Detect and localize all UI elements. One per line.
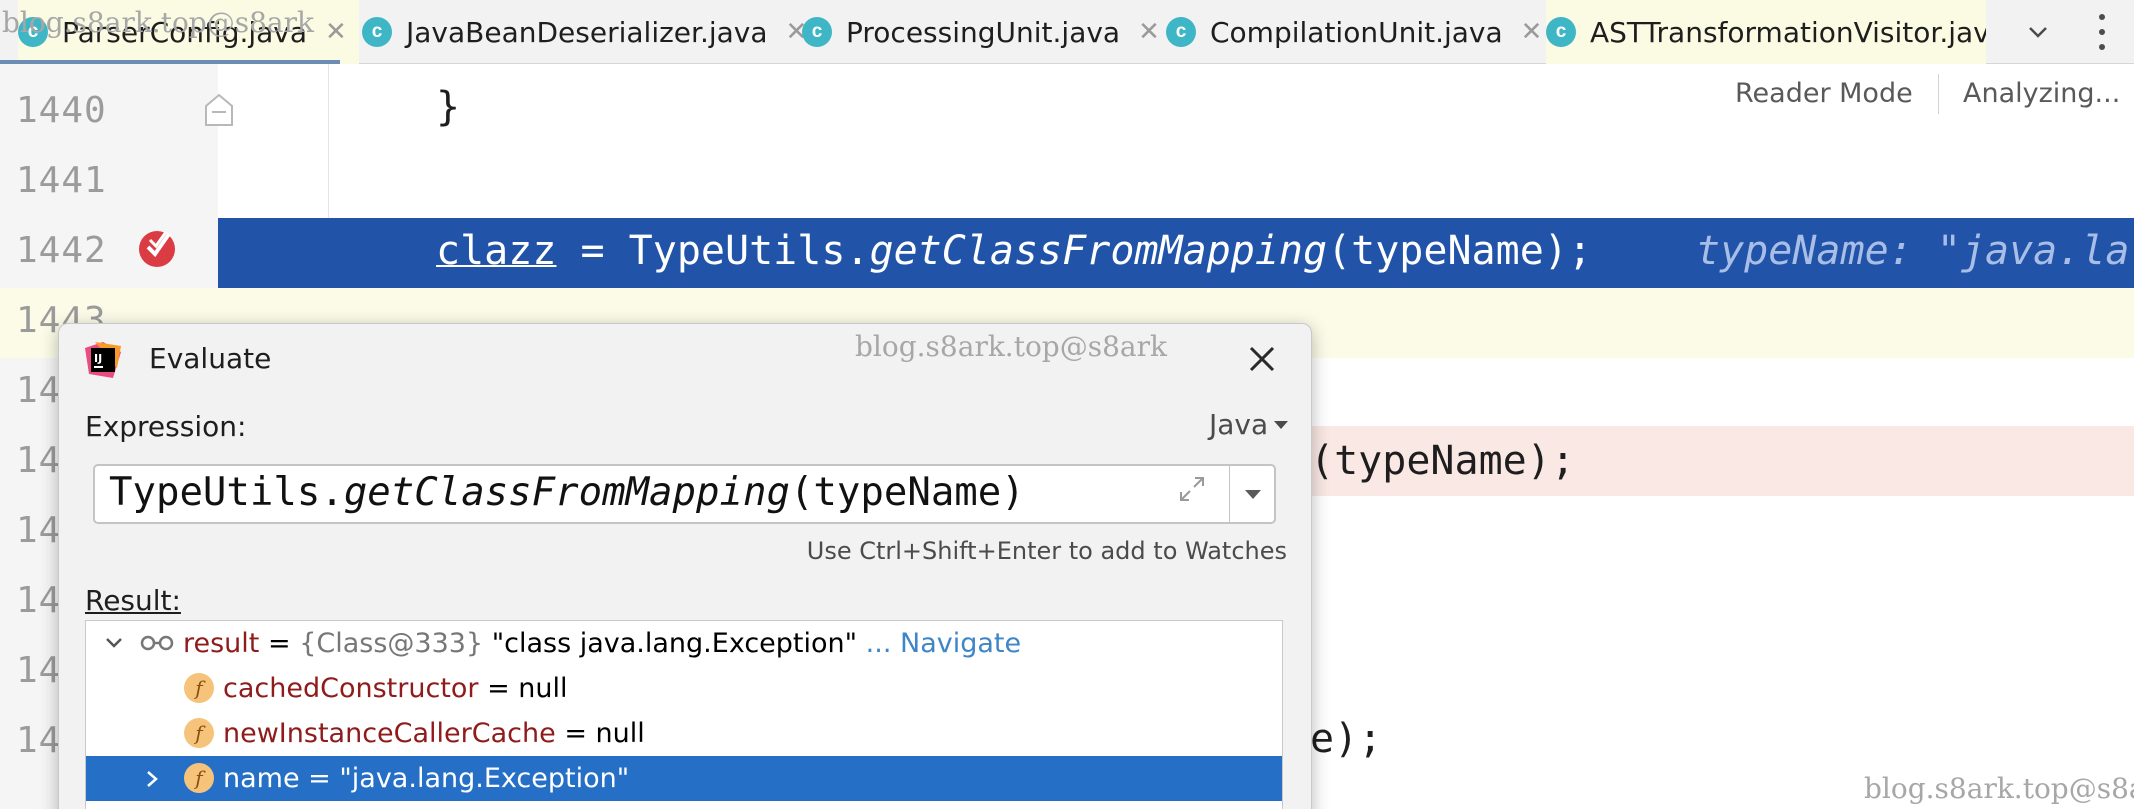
expression-token: TypeUtils. xyxy=(109,470,344,515)
expand-icon[interactable] xyxy=(1177,474,1207,504)
dialog-title: Evaluate xyxy=(149,342,272,375)
line-number: 14 xyxy=(16,720,62,761)
divider xyxy=(1938,74,1939,114)
class-file-icon: c xyxy=(802,17,832,47)
expression-token: (typeName) xyxy=(789,470,1025,515)
field-name: newInstanceCallerCache xyxy=(223,718,556,749)
language-select[interactable]: Java xyxy=(1209,408,1289,441)
result-line: result = {Class@333} "class java.lang.Ex… xyxy=(183,628,1021,659)
tab-label: ProcessingUnit.java xyxy=(846,15,1121,49)
close-icon[interactable]: ✕ xyxy=(1521,17,1543,47)
close-icon[interactable] xyxy=(1245,342,1279,376)
chevron-down-icon[interactable] xyxy=(104,635,124,651)
expression-label: Expression: xyxy=(85,410,247,443)
watch-glasses-icon xyxy=(140,635,174,651)
field-value: = "java.lang.Exception" xyxy=(299,763,630,794)
line-number: 14 xyxy=(16,370,62,411)
tab-label: JavaBeanDeserializer.java xyxy=(406,15,768,49)
evaluate-dialog: IJ Evaluate blog.s8ark.top@s8ark Express… xyxy=(58,323,1312,809)
code-line: } xyxy=(436,84,461,130)
class-file-icon: c xyxy=(1166,17,1196,47)
inline-value-hint: typeName: "java.la xyxy=(1696,228,2130,274)
close-icon[interactable]: ✕ xyxy=(325,17,347,47)
code-method: getClassFromMapping xyxy=(869,228,1328,274)
code-token: = TypeUtils. xyxy=(556,228,870,274)
code-token: (typeName); xyxy=(1327,228,1592,274)
svg-text:IJ: IJ xyxy=(94,352,102,365)
line-number: 1442 xyxy=(16,230,107,271)
field-name: name xyxy=(223,763,300,794)
field-value: = null xyxy=(478,673,568,704)
code-line: (typeName); xyxy=(1310,438,1575,484)
watermark: blog.s8ark.top@s8ark xyxy=(1864,772,2134,805)
line-number: 1440 xyxy=(16,90,107,131)
tab-compilationunit[interactable]: c CompilationUnit.java ✕ xyxy=(1166,0,1542,64)
field-icon: f xyxy=(184,673,214,703)
fold-icon[interactable] xyxy=(204,92,234,128)
code-line: e); xyxy=(1310,716,1383,762)
result-label-text: Result: xyxy=(85,584,181,617)
result-tree[interactable]: result = {Class@333} "class java.lang.Ex… xyxy=(85,620,1283,809)
execution-code-line: clazz = TypeUtils.getClassFromMapping(ty… xyxy=(436,228,1592,274)
line-number: 14 xyxy=(16,440,62,481)
tab-label: CompilationUnit.java xyxy=(1210,15,1503,49)
variable-value: "class java.lang.Exception" xyxy=(483,628,858,659)
chevron-down-icon[interactable] xyxy=(2026,20,2050,44)
more-options-icon[interactable] xyxy=(2096,14,2108,50)
expression-history-button[interactable] xyxy=(1229,464,1276,524)
tree-row-field[interactable]: f cachedConstructor = null xyxy=(86,666,1282,711)
field-line: cachedConstructor = null xyxy=(223,673,568,704)
expression-method: getClassFromMapping xyxy=(343,470,790,515)
result-label: Result: xyxy=(85,584,181,617)
chevron-right-icon[interactable] xyxy=(144,769,160,789)
dropdown-arrow-icon xyxy=(1245,489,1261,499)
expression-input[interactable]: TypeUtils.getClassFromMapping(typeName) xyxy=(93,464,1276,524)
watermark: blog.s8ark.top@s8ark xyxy=(2,6,314,39)
line-number: 1441 xyxy=(16,160,107,201)
line-number: 14 xyxy=(16,510,62,551)
watermark: blog.s8ark.top@s8ark xyxy=(855,330,1167,363)
tab-processingunit[interactable]: c ProcessingUnit.java ✕ xyxy=(802,0,1160,64)
tree-row-result[interactable]: result = {Class@333} "class java.lang.Ex… xyxy=(86,621,1282,666)
field-line: newInstanceCallerCache = null xyxy=(223,718,645,749)
class-file-icon: c xyxy=(1546,17,1576,47)
field-value: = null xyxy=(555,718,645,749)
line-number: 14 xyxy=(16,650,62,691)
tab-asttransformationvisitor[interactable]: c ASTTransformationVisitor.java xyxy=(1546,0,1986,64)
equals-sign: = xyxy=(259,628,300,659)
breakpoint-icon[interactable] xyxy=(136,226,178,268)
line-number: 14 xyxy=(16,580,62,621)
reader-mode-button[interactable]: Reader Mode xyxy=(1735,78,1913,109)
variable-name: result xyxy=(183,628,260,659)
caret-down-icon xyxy=(1274,420,1289,429)
object-type: {Class@333} xyxy=(299,628,484,659)
analysis-status: Analyzing... xyxy=(1963,78,2121,109)
field-line: name = "java.lang.Exception" xyxy=(223,763,629,794)
field-name: cachedConstructor xyxy=(223,673,479,704)
code-variable: clazz xyxy=(436,228,557,274)
tab-javabeandeserializer[interactable]: c JavaBeanDeserializer.java ✕ xyxy=(362,0,807,64)
intellij-logo-icon: IJ xyxy=(85,342,121,378)
field-icon: f xyxy=(184,718,214,748)
navigate-link[interactable]: ... Navigate xyxy=(857,628,1021,659)
tab-label: ASTTransformationVisitor.java xyxy=(1590,15,1986,49)
add-to-watches-hint: Use Ctrl+Shift+Enter to add to Watches xyxy=(806,537,1287,565)
field-icon: f xyxy=(184,763,214,793)
close-icon[interactable]: ✕ xyxy=(1138,17,1160,47)
tree-row-field[interactable]: f newInstanceCallerCache = null xyxy=(86,711,1282,756)
inline-debug-hint: typeName: "java.la xyxy=(1696,228,2134,274)
editor-tab-bar: c ParserConfig.java ✕ c JavaBeanDeserial… xyxy=(0,0,2134,64)
expression-text: TypeUtils.getClassFromMapping(typeName) xyxy=(109,470,1025,515)
tree-row-field-selected[interactable]: f name = "java.lang.Exception" xyxy=(86,756,1282,801)
language-value: Java xyxy=(1209,408,1269,441)
class-file-icon: c xyxy=(362,17,392,47)
